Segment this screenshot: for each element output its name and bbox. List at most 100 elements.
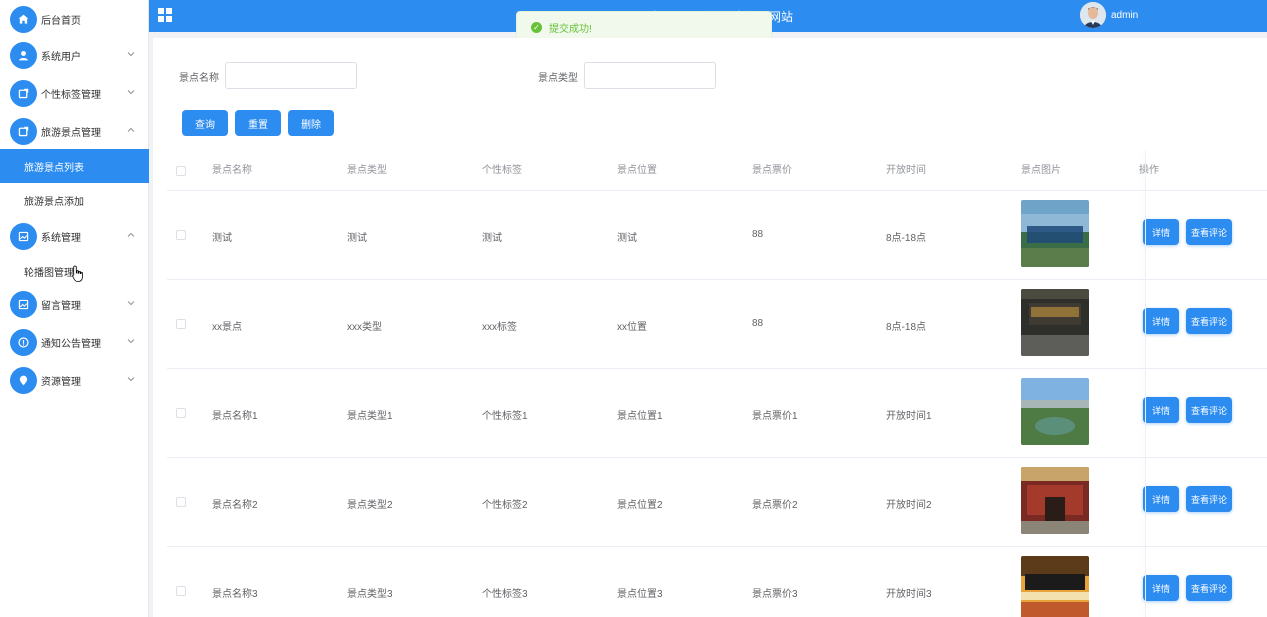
cell-location: xx位置	[617, 322, 647, 333]
cell-price: 景点票价2	[752, 500, 798, 511]
column-header: 景点名称	[212, 165, 252, 176]
row-checkbox[interactable]	[176, 319, 186, 329]
cell-type: xxx类型	[347, 322, 382, 333]
edit-icon	[10, 117, 37, 145]
view-comments-button[interactable]: 查看评论	[1186, 575, 1232, 601]
sidebar-item-label: 通知公告管理	[41, 338, 101, 350]
cell-location: 测试	[617, 233, 637, 244]
cell-type: 景点类型2	[347, 500, 393, 511]
cell-type: 景点类型1	[347, 411, 393, 422]
column-header: 景点票价	[752, 165, 792, 176]
cell-price: 景点票价1	[752, 411, 798, 422]
sidebar-subitem-scenic-list[interactable]: 旅游景点列表	[0, 149, 149, 183]
sidebar-item-resources[interactable]: 资源管理	[0, 361, 149, 399]
sidebar: 后台首页 系统用户 个性标签管理 旅游景点管理 旅游景点列表 旅游景点添加 系统…	[0, 0, 149, 617]
cell-price: 景点票价3	[752, 589, 798, 600]
scenic-image	[1021, 289, 1089, 356]
chevron-down-icon	[127, 301, 135, 306]
chevron-up-icon	[127, 232, 135, 237]
scenic-type-input[interactable]	[584, 62, 716, 89]
scenic-name-input[interactable]	[225, 62, 357, 89]
cell-tag: 个性标签2	[482, 500, 528, 511]
column-header: 操作	[1139, 165, 1159, 176]
sidebar-item-system-management[interactable]: 系统管理	[0, 217, 149, 255]
sidebar-item-label: 留言管理	[41, 300, 81, 312]
avatar[interactable]	[1080, 2, 1106, 28]
sidebar-item-system-users[interactable]: 系统用户	[0, 36, 149, 74]
scenic-image	[1021, 200, 1089, 267]
chevron-down-icon	[127, 377, 135, 382]
sidebar-item-label: 旅游景点管理	[41, 127, 101, 139]
chevron-up-icon	[127, 127, 135, 132]
user-name[interactable]: admin	[1111, 10, 1138, 21]
sidebar-item-home[interactable]: 后台首页	[0, 0, 149, 38]
main-content: 景点名称 景点类型 查询 重置 删除 景点名称 景点类型 个性标签 景点位置 景…	[153, 38, 1267, 617]
home-icon	[10, 5, 37, 33]
detail-button[interactable]: 详情	[1143, 397, 1179, 423]
chevron-down-icon	[127, 52, 135, 57]
detail-button[interactable]: 详情	[1143, 486, 1179, 512]
view-comments-button[interactable]: 查看评论	[1186, 308, 1232, 334]
cell-hours: 开放时间3	[886, 589, 932, 600]
row-divider	[167, 190, 1267, 191]
cell-hours: 开放时间1	[886, 411, 932, 422]
row-checkbox[interactable]	[176, 408, 186, 418]
row-checkbox[interactable]	[176, 586, 186, 596]
chevron-down-icon	[127, 339, 135, 344]
edit-icon	[10, 79, 37, 107]
row-divider	[167, 279, 1267, 280]
cell-type: 景点类型3	[347, 589, 393, 600]
cell-hours: 8点-18点	[886, 233, 927, 244]
fixed-column-divider	[1145, 151, 1146, 617]
detail-button[interactable]: 详情	[1143, 219, 1179, 245]
cell-hours: 开放时间2	[886, 500, 932, 511]
sidebar-item-scenic[interactable]: 旅游景点管理	[0, 112, 149, 150]
select-all-checkbox[interactable]	[176, 166, 186, 176]
column-header: 个性标签	[482, 165, 522, 176]
cell-location: 景点位置2	[617, 500, 663, 511]
row-checkbox[interactable]	[176, 230, 186, 240]
cell-hours: 8点-18点	[886, 322, 927, 333]
scenic-image	[1021, 556, 1089, 617]
column-header: 景点图片	[1021, 165, 1061, 176]
sidebar-item-label: 后台首页	[41, 15, 81, 27]
cell-location: 景点位置3	[617, 589, 663, 600]
cell-location: 景点位置1	[617, 411, 663, 422]
scenic-type-label: 景点类型	[538, 73, 578, 84]
row-divider	[167, 457, 1267, 458]
sidebar-item-label: 资源管理	[41, 376, 81, 388]
sidebar-item-notices[interactable]: 通知公告管理	[0, 323, 149, 361]
hand-cursor-icon	[72, 265, 83, 282]
scenic-image	[1021, 378, 1089, 445]
query-button[interactable]: 查询	[182, 110, 228, 136]
view-comments-button[interactable]: 查看评论	[1186, 486, 1232, 512]
sidebar-item-messages[interactable]: 留言管理	[0, 285, 149, 323]
user-icon	[10, 41, 37, 69]
view-comments-button[interactable]: 查看评论	[1186, 397, 1232, 423]
reset-button[interactable]: 重置	[235, 110, 281, 136]
cell-name: 测试	[212, 233, 232, 244]
grid-menu-icon[interactable]	[157, 7, 173, 23]
scenic-name-label: 景点名称	[179, 73, 219, 84]
row-checkbox[interactable]	[176, 497, 186, 507]
cell-price: 88	[752, 229, 764, 240]
sidebar-item-label: 系统用户	[41, 51, 81, 63]
location-icon	[10, 366, 37, 394]
sidebar-subitem-scenic-add[interactable]: 旅游景点添加	[0, 183, 149, 217]
view-comments-button[interactable]: 查看评论	[1186, 219, 1232, 245]
picture-icon	[10, 290, 37, 318]
cell-tag: 个性标签1	[482, 411, 528, 422]
row-divider	[167, 546, 1267, 547]
info-icon	[10, 328, 37, 356]
column-header: 景点位置	[617, 165, 657, 176]
success-icon: ✓	[531, 22, 542, 33]
detail-button[interactable]: 详情	[1143, 308, 1179, 334]
row-divider	[167, 368, 1267, 369]
chevron-down-icon	[127, 90, 135, 95]
delete-button[interactable]: 删除	[288, 110, 334, 136]
sidebar-item-tags[interactable]: 个性标签管理	[0, 74, 149, 112]
cell-tag: xxx标签	[482, 322, 517, 333]
detail-button[interactable]: 详情	[1143, 575, 1179, 601]
sidebar-item-label: 系统管理	[41, 232, 81, 244]
sidebar-item-label: 个性标签管理	[41, 89, 101, 101]
